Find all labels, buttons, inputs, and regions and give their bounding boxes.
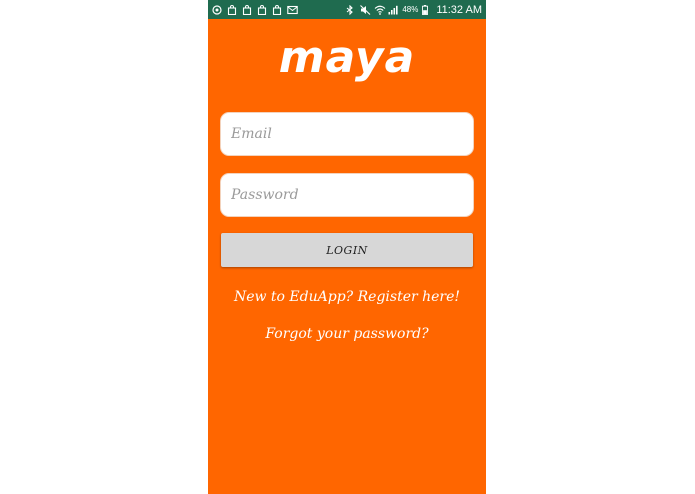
email-field[interactable] [220,112,474,156]
login-button[interactable]: LOGIN [221,233,473,267]
status-bar-notifications [212,4,298,15]
status-bar: 48% 11:32 AM [208,0,486,19]
sync-icon [212,4,222,15]
password-field[interactable] [220,173,474,217]
app-logo: maya [278,32,416,83]
mail-icon [287,5,298,15]
status-bar-system: 48% 11:32 AM [346,4,482,16]
wifi-icon [374,5,386,15]
bluetooth-icon [346,4,356,15]
forgot-password-link[interactable]: Forgot your password? [208,324,486,344]
bag-icon [242,4,252,15]
bag-icon [257,4,267,15]
mute-icon [360,4,371,15]
battery-icon [422,4,432,15]
bag-icon [272,4,282,15]
clock: 11:32 AM [436,3,482,16]
phone-screen: 48% 11:32 AM maya LOGIN New to EduApp? R… [208,0,486,494]
battery-percent: 48% [402,5,419,14]
register-link[interactable]: New to EduApp? Register here! [208,287,486,307]
bag-icon [227,4,237,15]
signal-icon [388,5,398,15]
